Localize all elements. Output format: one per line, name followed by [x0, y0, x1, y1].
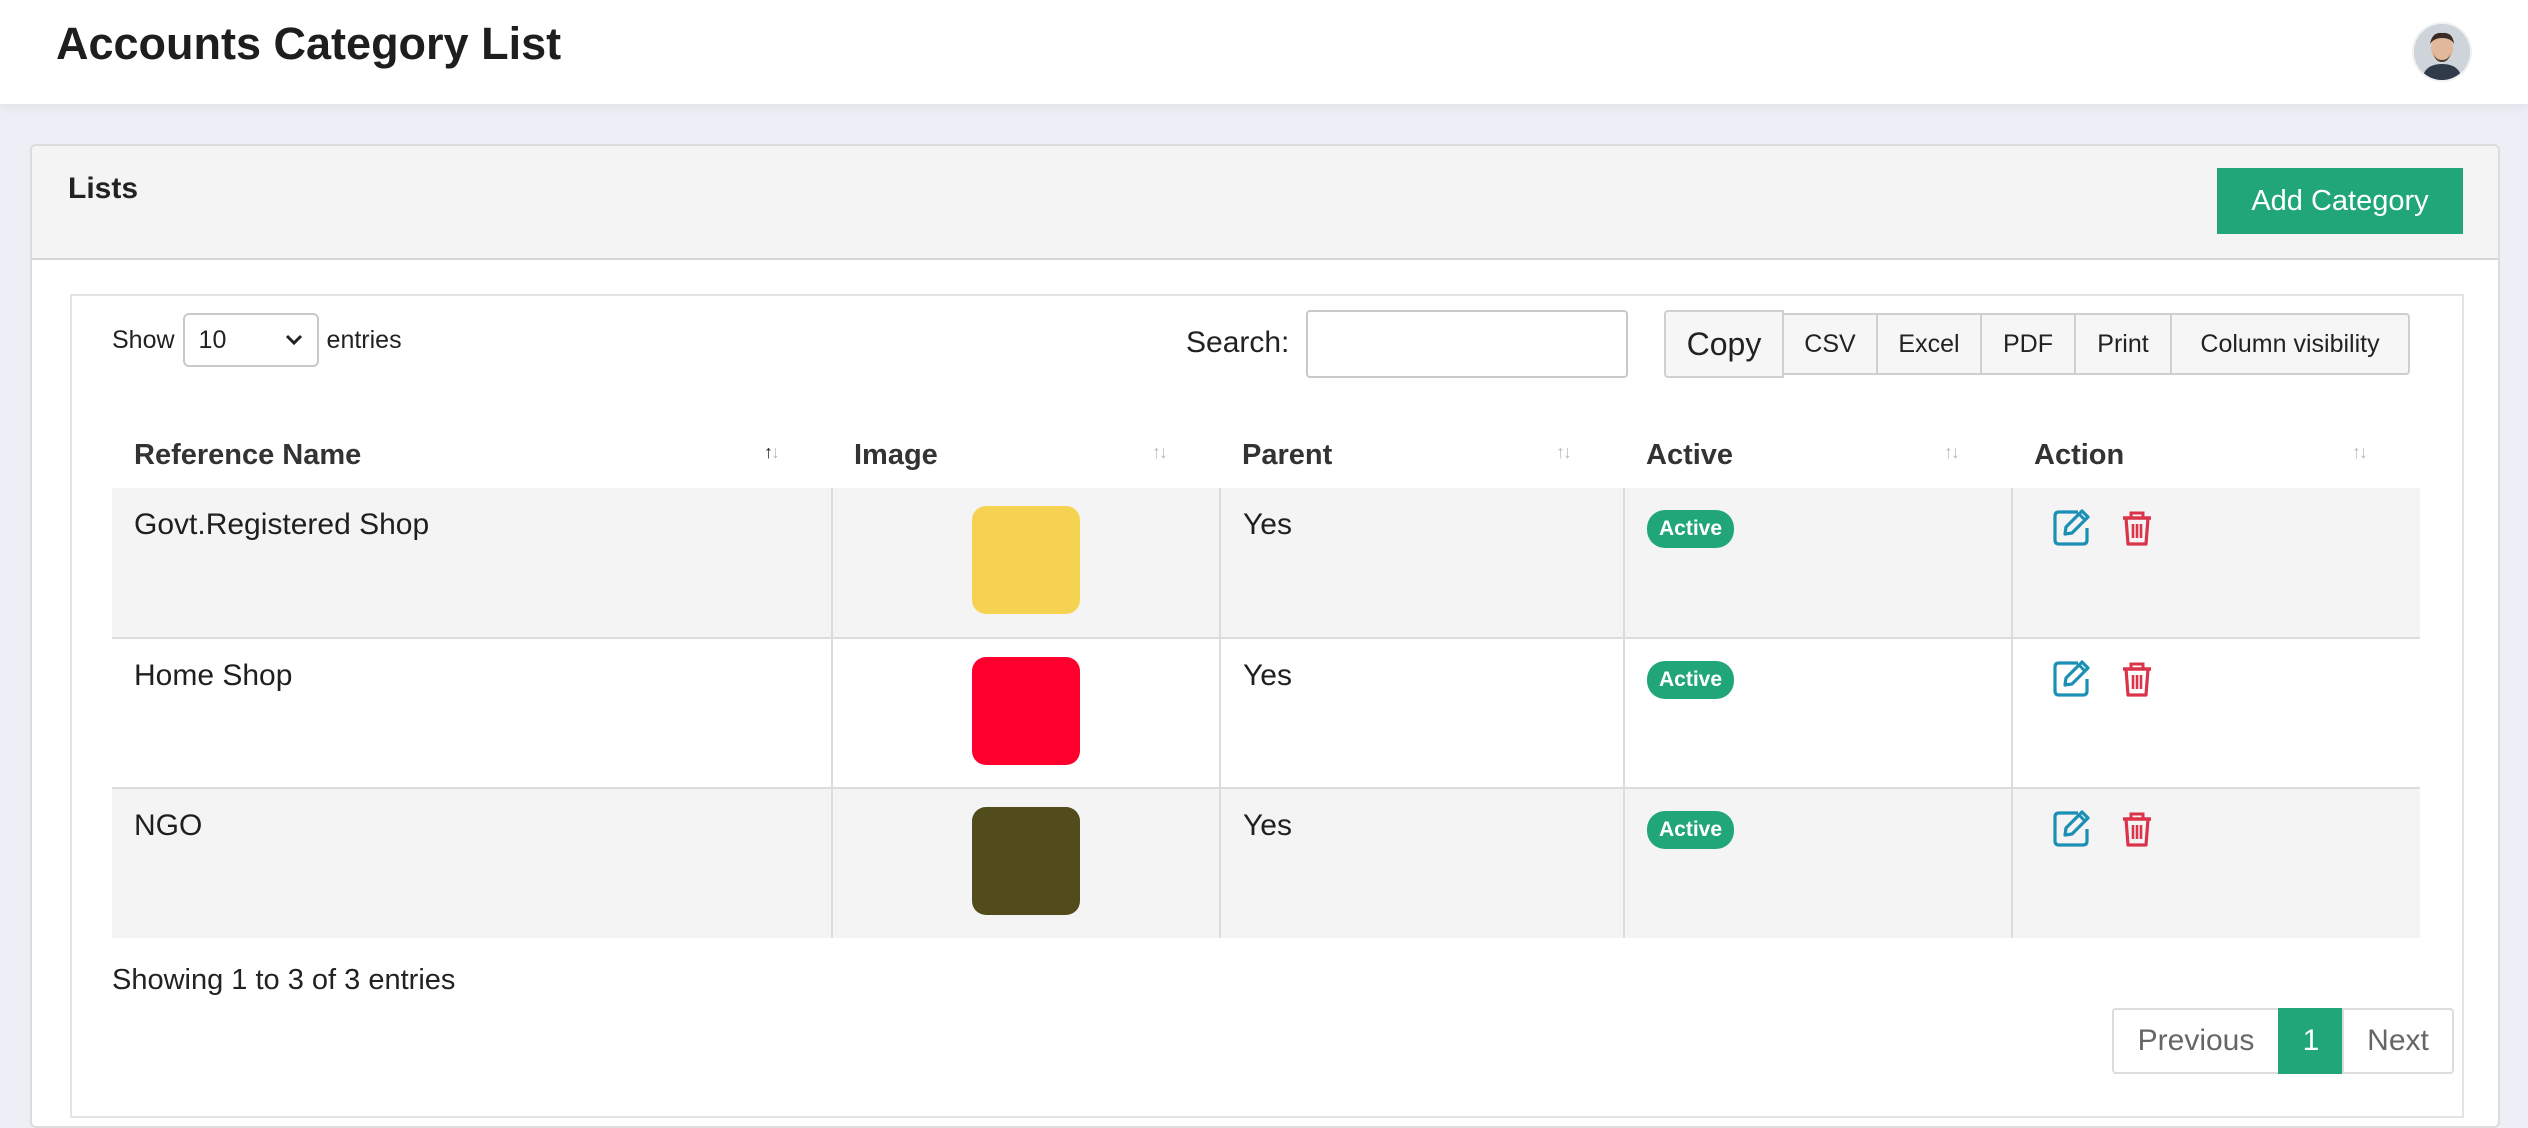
next-page-button[interactable]: Next — [2342, 1008, 2454, 1074]
page-title: Accounts Category List — [56, 18, 562, 69]
column-header-label: Action — [2034, 438, 2125, 471]
delete-icon[interactable] — [2117, 508, 2157, 548]
edit-icon[interactable] — [2051, 809, 2091, 849]
status-badge: Active — [1647, 811, 1735, 849]
card-title: Lists — [68, 172, 139, 205]
table-row: Home Shop Yes Active — [112, 638, 2420, 788]
copy-button[interactable]: Copy — [1664, 310, 1784, 378]
sort-icon: ↑↓ — [2352, 442, 2368, 462]
table-header-row: Reference Name ↑↓ Image ↑↓ Parent ↑↓ Act… — [112, 422, 2420, 488]
entries-length-control: Show 10 entries — [112, 312, 402, 368]
sort-icon: ↑↓ — [1944, 442, 1960, 462]
export-buttons: Copy CSV Excel PDF Print Column visibili… — [1664, 310, 2410, 378]
top-bar: Accounts Category List — [0, 0, 2528, 104]
cell-image — [831, 488, 1220, 638]
pagination: Previous 1 Next — [2112, 1008, 2454, 1074]
entries-select[interactable]: 10 — [182, 313, 319, 367]
show-label: Show — [112, 325, 175, 354]
column-header-label: Reference Name — [134, 438, 362, 471]
status-badge: Active — [1647, 510, 1735, 548]
table-row: NGO Yes Active — [112, 788, 2420, 938]
excel-button[interactable]: Excel — [1876, 313, 1982, 375]
cell-reference-name: NGO — [134, 809, 203, 842]
cell-parent: Yes — [1219, 788, 1624, 938]
cell-parent: Yes — [1219, 638, 1624, 788]
chevron-down-icon — [285, 334, 302, 346]
column-header-label: Image — [854, 438, 938, 471]
column-header-label: Parent — [1242, 438, 1333, 471]
sort-icon: ↑↓ — [1152, 442, 1168, 462]
column-header-action[interactable]: Action ↑↓ — [2012, 422, 2420, 488]
previous-page-button[interactable]: Previous — [2112, 1008, 2280, 1074]
add-category-button[interactable]: Add Category — [2217, 168, 2463, 234]
sort-icon: ↑↓ — [1556, 442, 1572, 462]
lists-card: Lists Add Category Show 10 entries Searc… — [30, 144, 2500, 1128]
table-row: Govt.Registered Shop Yes Active — [112, 488, 2420, 638]
delete-icon[interactable] — [2117, 659, 2157, 699]
column-header-active[interactable]: Active ↑↓ — [1624, 422, 2012, 488]
card-header: Lists Add Category — [32, 146, 2498, 260]
column-header-parent[interactable]: Parent ↑↓ — [1220, 422, 1624, 488]
entries-label: entries — [326, 325, 402, 354]
avatar-icon — [2414, 24, 2470, 80]
cell-action — [2011, 638, 2420, 788]
status-badge: Active — [1647, 661, 1735, 699]
category-image — [972, 506, 1080, 614]
cell-reference-name: Govt.Registered Shop — [134, 508, 430, 541]
search-label: Search: — [1186, 326, 1290, 359]
cell-action — [2011, 788, 2420, 938]
cell-active: Active — [1623, 788, 2012, 938]
delete-icon[interactable] — [2117, 809, 2157, 849]
user-avatar[interactable] — [2414, 24, 2470, 80]
cell-active: Active — [1623, 488, 2012, 638]
print-button[interactable]: Print — [2074, 313, 2172, 375]
datatable-wrapper: Show 10 entries Search: Copy CSV Excel P… — [70, 294, 2464, 1118]
category-image — [972, 657, 1080, 765]
search-input[interactable] — [1306, 310, 1628, 378]
column-header-label: Active — [1646, 438, 1734, 471]
sort-asc-icon: ↑↓ — [764, 442, 780, 462]
cell-reference-name: Home Shop — [134, 659, 293, 692]
csv-button[interactable]: CSV — [1782, 313, 1878, 375]
cell-action — [2011, 488, 2420, 638]
cell-parent: Yes — [1219, 488, 1624, 638]
column-header-reference-name[interactable]: Reference Name ↑↓ — [112, 422, 832, 488]
edit-icon[interactable] — [2051, 659, 2091, 699]
cell-image — [831, 788, 1220, 938]
category-table: Reference Name ↑↓ Image ↑↓ Parent ↑↓ Act… — [112, 422, 2420, 938]
page-1-button[interactable]: 1 — [2278, 1008, 2344, 1074]
column-visibility-button[interactable]: Column visibility — [2170, 313, 2410, 375]
entries-select-value: 10 — [198, 325, 227, 354]
cell-active: Active — [1623, 638, 2012, 788]
cell-image — [831, 638, 1220, 788]
table-info: Showing 1 to 3 of 3 entries — [112, 964, 456, 996]
column-header-image[interactable]: Image ↑↓ — [832, 422, 1220, 488]
pdf-button[interactable]: PDF — [1980, 313, 2076, 375]
category-image — [972, 807, 1080, 915]
edit-icon[interactable] — [2051, 508, 2091, 548]
